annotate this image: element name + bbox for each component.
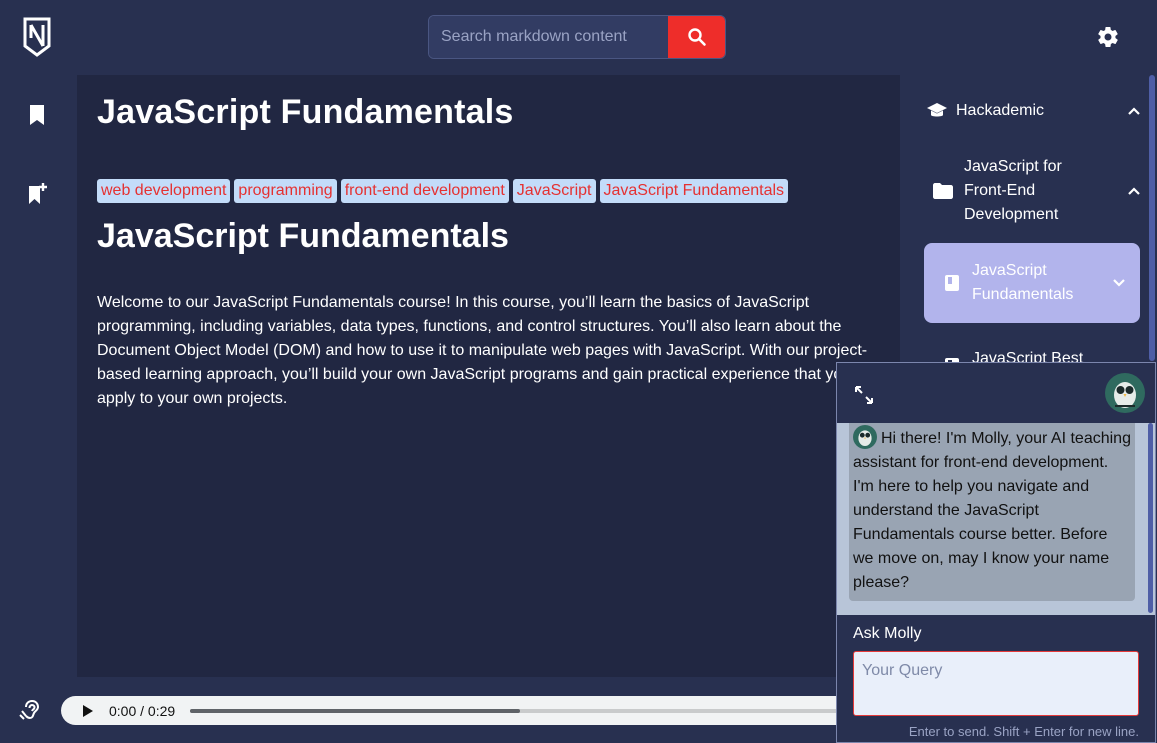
assistant-avatar-icon bbox=[1105, 373, 1145, 413]
main-content: JavaScript Fundamentals web development … bbox=[77, 75, 900, 677]
chat-scrollbar[interactable] bbox=[1148, 423, 1153, 613]
book-icon bbox=[945, 275, 959, 291]
audio-progress-track[interactable] bbox=[190, 708, 851, 713]
sidebar-item-label: Hackademic bbox=[956, 102, 1045, 119]
add-bookmark-icon[interactable] bbox=[26, 182, 48, 206]
play-icon[interactable] bbox=[83, 704, 93, 717]
sidebar-scrollbar[interactable] bbox=[1149, 75, 1155, 361]
settings-gear-icon[interactable] bbox=[1096, 25, 1120, 49]
audio-time: 0:00 / 0:29 bbox=[109, 702, 176, 719]
tag-chip[interactable]: front-end development bbox=[340, 179, 509, 203]
content-paragraph: Welcome to our JavaScript Fundamentals c… bbox=[97, 294, 882, 407]
sidebar-item-label: JavaScript for Front-End Development bbox=[964, 158, 1062, 223]
assistant-message: Hi there! I'm Molly, your AI teaching as… bbox=[849, 423, 1135, 601]
query-input[interactable] bbox=[853, 651, 1139, 716]
tag-chip[interactable]: web development bbox=[97, 179, 231, 203]
ask-label: Ask Molly bbox=[853, 625, 922, 642]
listen-ear-icon[interactable] bbox=[19, 699, 41, 721]
tag-list: web development programming front-end de… bbox=[97, 179, 789, 203]
send-hint: Enter to send. Shift + Enter for new lin… bbox=[908, 724, 1139, 739]
sidebar-item-javascript-fundamentals[interactable]: JavaScript Fundamentals bbox=[924, 243, 1140, 323]
assistant-message-text: Hi there! I'm Molly, your AI teaching as… bbox=[853, 430, 1131, 591]
page-title: JavaScript Fundamentals bbox=[97, 93, 514, 131]
assistant-avatar-icon bbox=[853, 425, 877, 449]
search-bar bbox=[428, 15, 726, 59]
search-input[interactable] bbox=[429, 16, 668, 58]
chevron-up-icon[interactable] bbox=[1127, 104, 1141, 118]
folder-icon bbox=[933, 183, 953, 199]
search-button[interactable] bbox=[668, 16, 725, 58]
sidebar-item-label: JavaScript Fundamentals bbox=[972, 262, 1074, 303]
chevron-up-icon[interactable] bbox=[1127, 184, 1141, 198]
content-heading: JavaScript Fundamentals bbox=[97, 217, 509, 255]
tag-chip[interactable]: JavaScript bbox=[512, 179, 596, 203]
tag-chip[interactable]: JavaScript Fundamentals bbox=[599, 179, 789, 203]
audio-player: 0:00 / 0:29 bbox=[61, 696, 861, 725]
graduation-cap-icon bbox=[927, 103, 947, 117]
search-icon bbox=[687, 28, 706, 46]
bookmark-icon[interactable] bbox=[26, 103, 48, 127]
sidebar-item-course[interactable]: JavaScript for Front-End Development bbox=[932, 155, 1141, 227]
tag-chip[interactable]: programming bbox=[234, 179, 337, 203]
expand-icon[interactable] bbox=[854, 385, 874, 405]
audio-progress-fill bbox=[190, 708, 521, 713]
chevron-down-icon[interactable] bbox=[1112, 276, 1126, 290]
app-logo-icon[interactable] bbox=[22, 16, 52, 58]
chat-messages: Hi there! I'm Molly, your AI teaching as… bbox=[837, 423, 1155, 615]
chat-header bbox=[837, 363, 1155, 423]
top-bar bbox=[0, 0, 1157, 75]
sidebar-item-hackademic[interactable]: Hackademic bbox=[926, 99, 1141, 123]
chat-panel: Hi there! I'm Molly, your AI teaching as… bbox=[836, 362, 1156, 743]
